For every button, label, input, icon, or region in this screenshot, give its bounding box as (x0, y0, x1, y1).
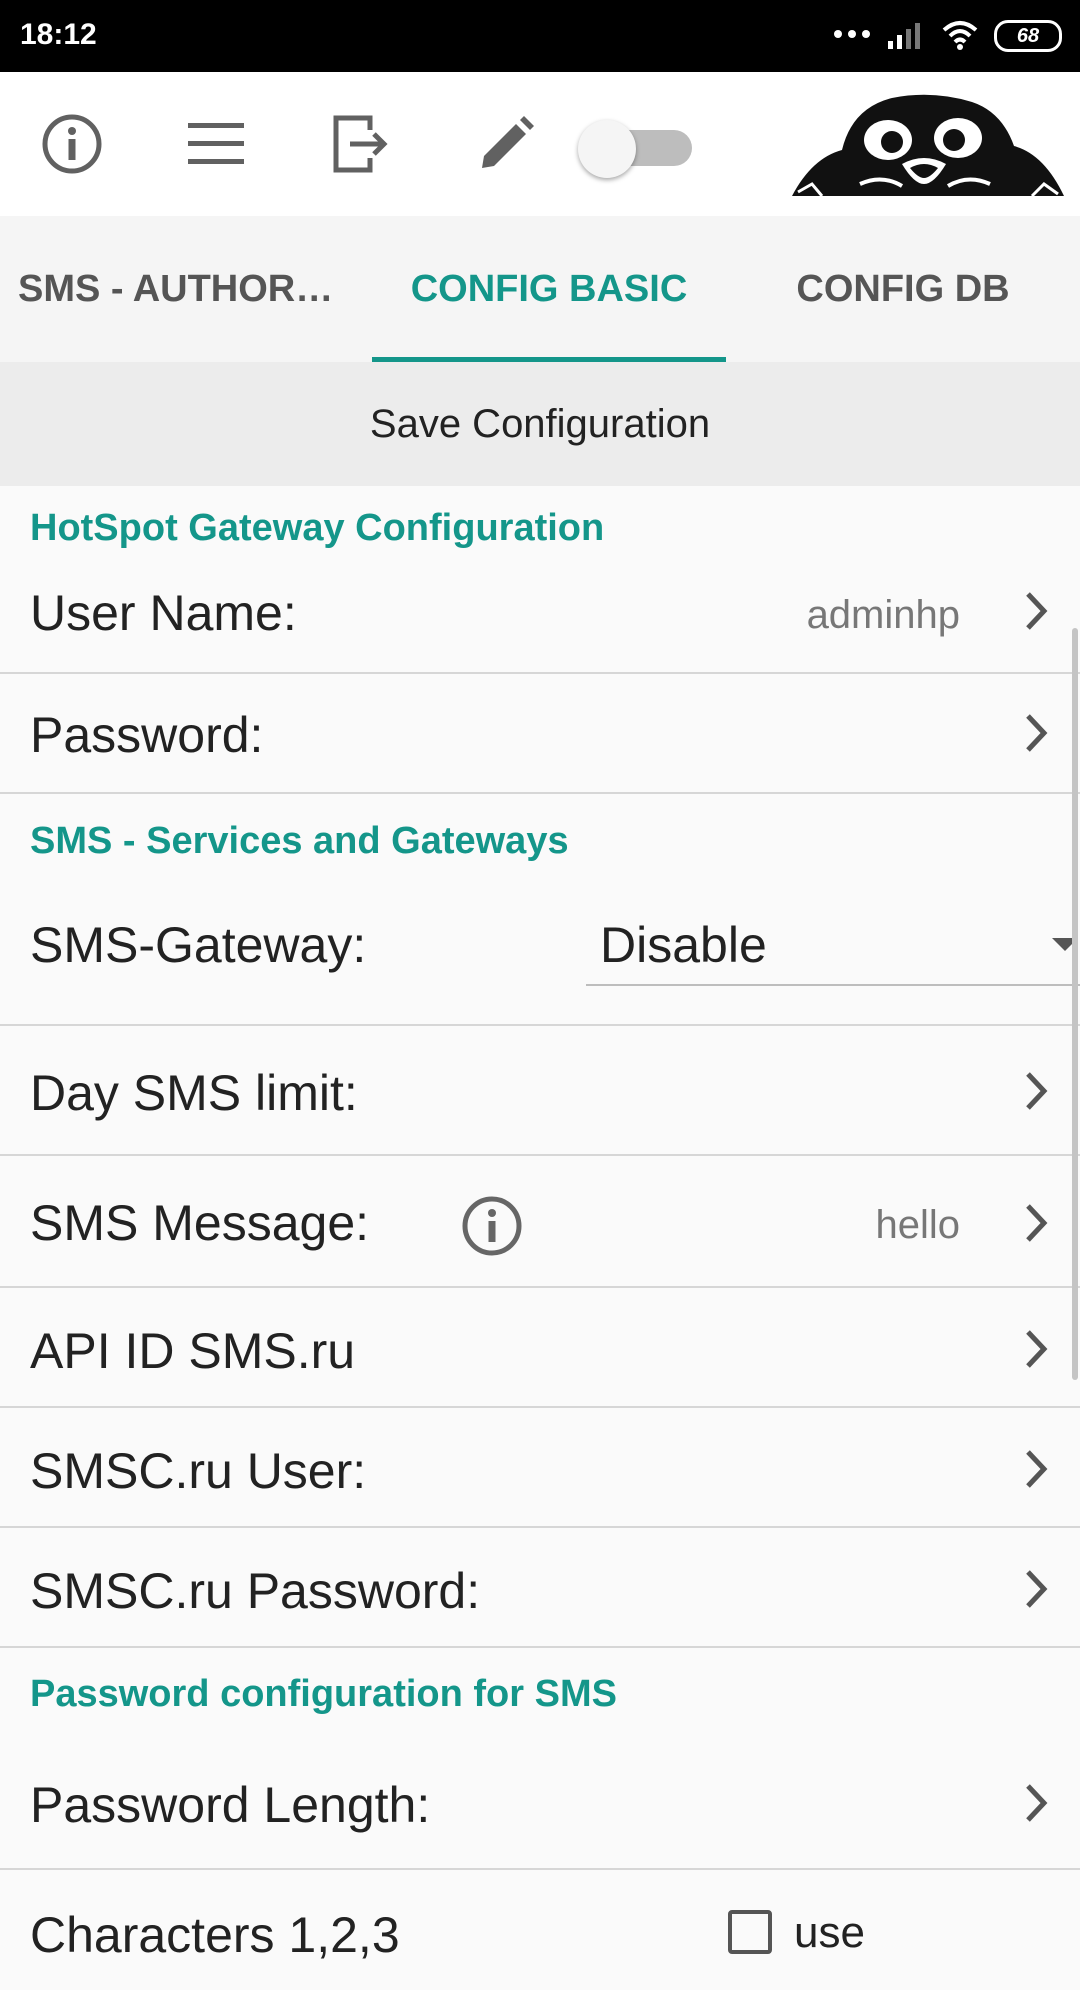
chevron-right-icon (1024, 1070, 1050, 1112)
status-bar: 18:12 68 (0, 0, 1080, 72)
user-name-label: User Name: (30, 585, 297, 641)
use-checkbox[interactable] (728, 1910, 772, 1954)
info-icon[interactable] (38, 110, 106, 178)
row-smsc-password[interactable]: SMSC.ru Password: (0, 1528, 1080, 1648)
characters-label: Characters 1,2,3 (30, 1907, 400, 1963)
chevron-right-icon (1024, 1328, 1050, 1370)
tab-config-basic[interactable]: CONFIG BASIC (372, 216, 726, 362)
user-name-value: adminhp (806, 593, 960, 637)
wifi-icon (940, 18, 980, 55)
tab-sms-authorization[interactable]: SMS - AUTHOR… (0, 216, 372, 362)
smsc-password-label: SMSC.ru Password: (30, 1563, 481, 1619)
password-length-label: Password Length: (30, 1777, 431, 1833)
chevron-right-icon (1024, 1202, 1050, 1244)
section-title-password: Password configuration for SMS (30, 1673, 617, 1715)
pug-logo-image (782, 88, 1072, 206)
exit-icon[interactable] (326, 110, 394, 178)
sms-gateway-label: SMS-Gateway: (30, 917, 367, 973)
sms-message-value: hello (875, 1203, 960, 1247)
settings-list: HotSpot Gateway Configuration User Name:… (0, 486, 1080, 1990)
password-label: Password: (30, 707, 264, 763)
row-day-sms-limit[interactable]: Day SMS limit: (0, 1026, 1080, 1156)
api-id-label: API ID SMS.ru (30, 1323, 356, 1379)
row-characters: Characters 1,2,3 use (0, 1870, 1080, 1990)
toggle-switch[interactable] (578, 120, 696, 178)
row-sms-gateway: SMS-Gateway: Disable (0, 880, 1080, 1026)
battery-icon: 68 (994, 20, 1062, 52)
sms-gateway-select[interactable]: Disable (600, 916, 767, 974)
status-icons: 68 (832, 14, 1062, 58)
tab-bar: SMS - AUTHOR… CONFIG BASIC CONFIG DB (0, 216, 1080, 362)
row-api-id-smsru[interactable]: API ID SMS.ru (0, 1288, 1080, 1408)
use-label: use (794, 1908, 865, 1957)
toolbar (0, 72, 1080, 216)
save-configuration-button[interactable]: Save Configuration (0, 362, 1080, 486)
row-password[interactable]: Password: (0, 674, 1080, 794)
info-icon[interactable] (460, 1194, 524, 1258)
section-title-hotspot: HotSpot Gateway Configuration (30, 507, 605, 549)
dots-icon (832, 27, 872, 45)
chevron-right-icon (1024, 590, 1050, 632)
menu-icon[interactable] (182, 110, 250, 178)
chevron-right-icon (1024, 712, 1050, 754)
battery-level: 68 (1016, 24, 1040, 47)
tab-config-db[interactable]: CONFIG DB (726, 216, 1080, 362)
day-sms-limit-label: Day SMS limit: (30, 1065, 358, 1121)
scrollbar[interactable] (1072, 628, 1078, 1380)
chevron-right-icon (1024, 1448, 1050, 1490)
row-smsc-user[interactable]: SMSC.ru User: (0, 1408, 1080, 1528)
row-password-length[interactable]: Password Length: (0, 1732, 1080, 1870)
sms-message-label: SMS Message: (30, 1195, 370, 1251)
edit-icon[interactable] (472, 110, 540, 178)
dropdown-underline (586, 984, 1080, 986)
section-title-sms: SMS - Services and Gateways (30, 820, 569, 862)
smsc-user-label: SMSC.ru User: (30, 1443, 367, 1499)
chevron-right-icon (1024, 1782, 1050, 1824)
toggle-knob (578, 120, 636, 178)
row-user-name[interactable]: User Name: adminhp (0, 546, 1080, 674)
signal-icon (886, 19, 926, 54)
row-sms-message[interactable]: SMS Message: hello (0, 1156, 1080, 1288)
status-time: 18:12 (20, 18, 97, 51)
chevron-right-icon (1024, 1568, 1050, 1610)
